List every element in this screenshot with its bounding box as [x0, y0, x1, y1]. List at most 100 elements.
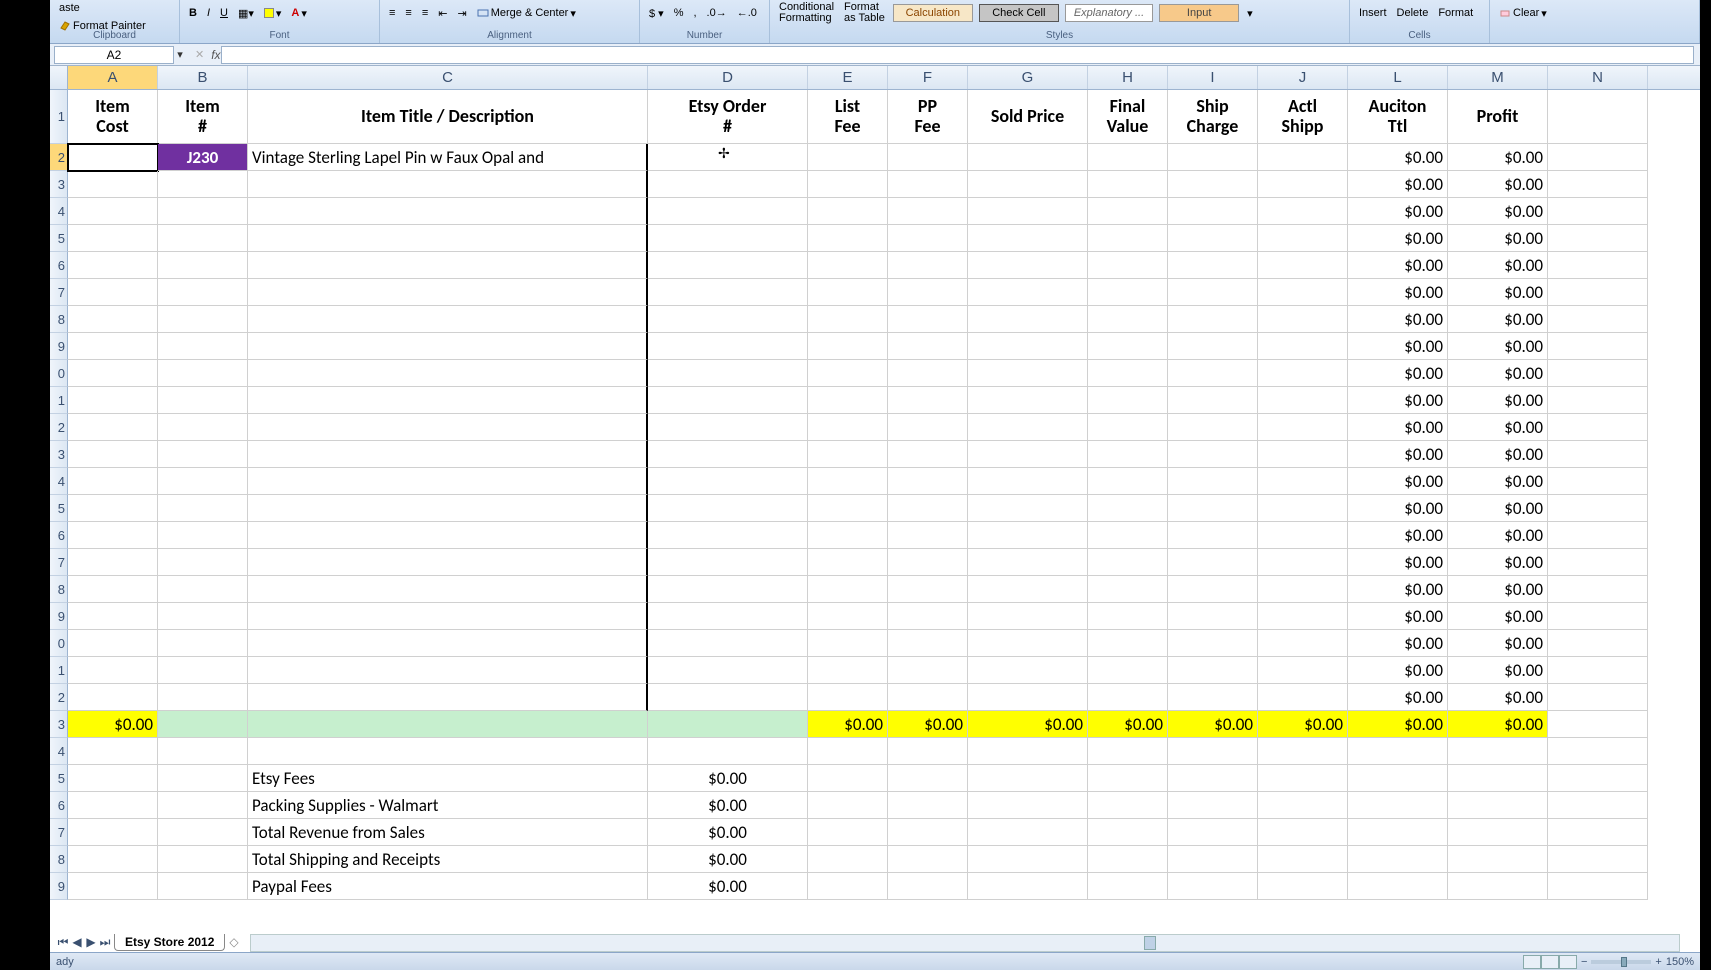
column-header-L[interactable]: L — [1348, 66, 1448, 89]
cell-G24[interactable] — [968, 738, 1088, 765]
cell-B16[interactable] — [158, 522, 248, 549]
format-as-table-button[interactable]: Format as Table — [841, 1, 888, 25]
cell-E19[interactable] — [808, 603, 888, 630]
style-calculation[interactable]: Calculation — [893, 4, 973, 22]
cell-M4[interactable]: $0.00 — [1448, 198, 1548, 225]
cell-F9[interactable] — [888, 333, 968, 360]
cell-E22[interactable] — [808, 684, 888, 711]
format-button[interactable]: Format — [1435, 6, 1476, 20]
cell-N3[interactable] — [1548, 171, 1648, 198]
cell-I2[interactable] — [1168, 144, 1258, 171]
cell-G10[interactable] — [968, 360, 1088, 387]
cell-E20[interactable] — [808, 630, 888, 657]
cell-L23[interactable]: $0.00 — [1348, 711, 1448, 738]
cell-F23[interactable]: $0.00 — [888, 711, 968, 738]
cell-M6[interactable]: $0.00 — [1448, 252, 1548, 279]
cell-A28[interactable] — [68, 846, 158, 873]
cell-H11[interactable] — [1088, 387, 1168, 414]
cell-A25[interactable] — [68, 765, 158, 792]
cell-L14[interactable]: $0.00 — [1348, 468, 1448, 495]
cell-E21[interactable] — [808, 657, 888, 684]
cell-F8[interactable] — [888, 306, 968, 333]
cell-E12[interactable] — [808, 414, 888, 441]
cell-H10[interactable] — [1088, 360, 1168, 387]
font-color-button[interactable]: A▾ — [288, 6, 309, 21]
cell-G9[interactable] — [968, 333, 1088, 360]
cell-B26[interactable] — [158, 792, 248, 819]
cell-M21[interactable]: $0.00 — [1448, 657, 1548, 684]
cell-H29[interactable] — [1088, 873, 1168, 900]
cell-J29[interactable] — [1258, 873, 1348, 900]
row-header-17[interactable]: 7 — [50, 549, 68, 576]
cell-G14[interactable] — [968, 468, 1088, 495]
cell-J8[interactable] — [1258, 306, 1348, 333]
cell-N8[interactable] — [1548, 306, 1648, 333]
cell-N10[interactable] — [1548, 360, 1648, 387]
cell-I11[interactable] — [1168, 387, 1258, 414]
cell-J9[interactable] — [1258, 333, 1348, 360]
cell-G26[interactable] — [968, 792, 1088, 819]
cell-G5[interactable] — [968, 225, 1088, 252]
cell-L12[interactable]: $0.00 — [1348, 414, 1448, 441]
cell-D15[interactable] — [648, 495, 808, 522]
cell-J11[interactable] — [1258, 387, 1348, 414]
cell-D26[interactable]: $0.00 — [648, 792, 808, 819]
column-header-B[interactable]: B — [158, 66, 248, 89]
cell-M28[interactable] — [1448, 846, 1548, 873]
cell-N2[interactable] — [1548, 144, 1648, 171]
cell-I23[interactable]: $0.00 — [1168, 711, 1258, 738]
cell-J17[interactable] — [1258, 549, 1348, 576]
cell-J14[interactable] — [1258, 468, 1348, 495]
cell-B21[interactable] — [158, 657, 248, 684]
cell-J18[interactable] — [1258, 576, 1348, 603]
cell-B6[interactable] — [158, 252, 248, 279]
cell-M18[interactable]: $0.00 — [1448, 576, 1548, 603]
style-explanatory[interactable]: Explanatory ... — [1065, 4, 1153, 22]
row-header-23[interactable]: 3 — [50, 711, 68, 738]
cell-C15[interactable] — [248, 495, 648, 522]
cell-H9[interactable] — [1088, 333, 1168, 360]
cell-E6[interactable] — [808, 252, 888, 279]
cell-H19[interactable] — [1088, 603, 1168, 630]
cell-B18[interactable] — [158, 576, 248, 603]
cell-F3[interactable] — [888, 171, 968, 198]
cell-C14[interactable] — [248, 468, 648, 495]
cell-F7[interactable] — [888, 279, 968, 306]
tab-nav-prev[interactable]: ◀ — [70, 935, 84, 950]
cell-J28[interactable] — [1258, 846, 1348, 873]
row-header-10[interactable]: 0 — [50, 360, 68, 387]
cell-J10[interactable] — [1258, 360, 1348, 387]
cell-G16[interactable] — [968, 522, 1088, 549]
cell-B11[interactable] — [158, 387, 248, 414]
horizontal-scrollbar[interactable] — [250, 934, 1680, 952]
cell-D8[interactable] — [648, 306, 808, 333]
cell-L8[interactable]: $0.00 — [1348, 306, 1448, 333]
cell-L16[interactable]: $0.00 — [1348, 522, 1448, 549]
cell-A9[interactable] — [68, 333, 158, 360]
tab-nav-first[interactable]: ⏮ — [56, 935, 70, 950]
cell-B12[interactable] — [158, 414, 248, 441]
cell-I28[interactable] — [1168, 846, 1258, 873]
cell-I13[interactable] — [1168, 441, 1258, 468]
row-header-15[interactable]: 5 — [50, 495, 68, 522]
row-header-4[interactable]: 4 — [50, 198, 68, 225]
cell-N1[interactable] — [1548, 90, 1648, 144]
cell-N15[interactable] — [1548, 495, 1648, 522]
cell-A12[interactable] — [68, 414, 158, 441]
cell-F2[interactable] — [888, 144, 968, 171]
zoom-in-button[interactable]: + — [1655, 956, 1661, 968]
cell-G4[interactable] — [968, 198, 1088, 225]
cell-F19[interactable] — [888, 603, 968, 630]
cell-C1[interactable]: Item Title / Description — [248, 90, 648, 144]
decrease-indent-button[interactable]: ⇤ — [435, 6, 450, 21]
cell-I20[interactable] — [1168, 630, 1258, 657]
cell-C7[interactable] — [248, 279, 648, 306]
cell-D10[interactable] — [648, 360, 808, 387]
cell-F12[interactable] — [888, 414, 968, 441]
column-header-A[interactable]: A — [68, 66, 158, 89]
cell-B1[interactable]: Item# — [158, 90, 248, 144]
cell-H14[interactable] — [1088, 468, 1168, 495]
cell-L2[interactable]: $0.00 — [1348, 144, 1448, 171]
cell-H4[interactable] — [1088, 198, 1168, 225]
column-header-G[interactable]: G — [968, 66, 1088, 89]
